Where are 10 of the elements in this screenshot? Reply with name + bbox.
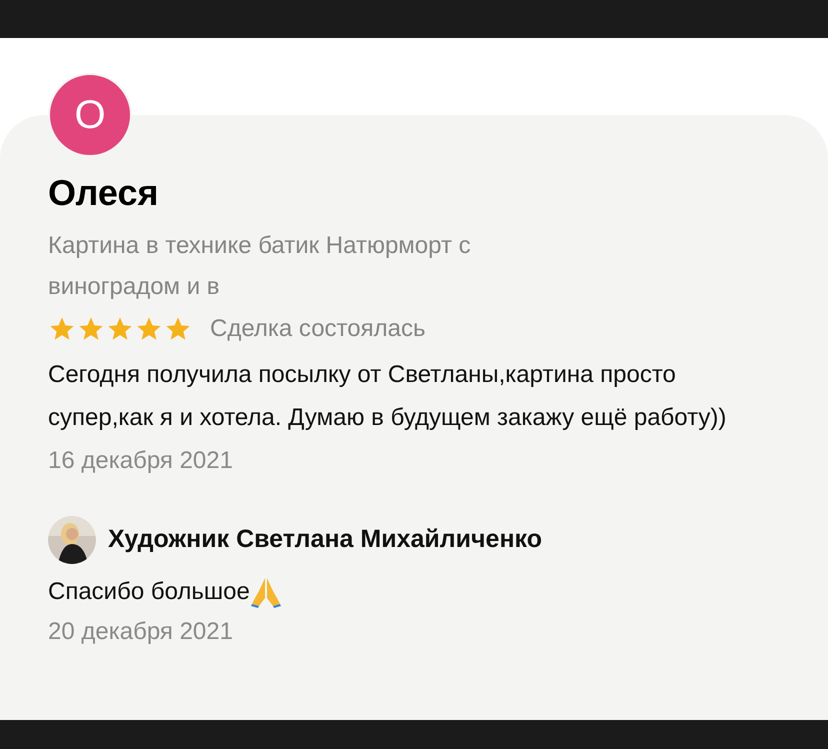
product-title: Картина в технике батик Натюрморт с виноградом и в: [48, 231, 472, 302]
review-date: 16 декабря 2021: [48, 446, 234, 476]
avatar-letter: О: [74, 95, 106, 135]
reply-text: Спасибо большое: [48, 577, 250, 607]
review-text: Сегодня получила посылку от Светланы,картина просто супер,как я и хотела. Думаю в будущем закажу ещё работу)): [48, 360, 728, 433]
deal-status: Сделка состоялась: [210, 314, 426, 344]
author-name: Олеся: [48, 171, 160, 215]
reply-author: Художник Светлана Михайличенко: [108, 524, 542, 556]
reply-date: 20 декабря 2021: [48, 617, 234, 647]
praying-hands-icon: [250, 576, 282, 608]
